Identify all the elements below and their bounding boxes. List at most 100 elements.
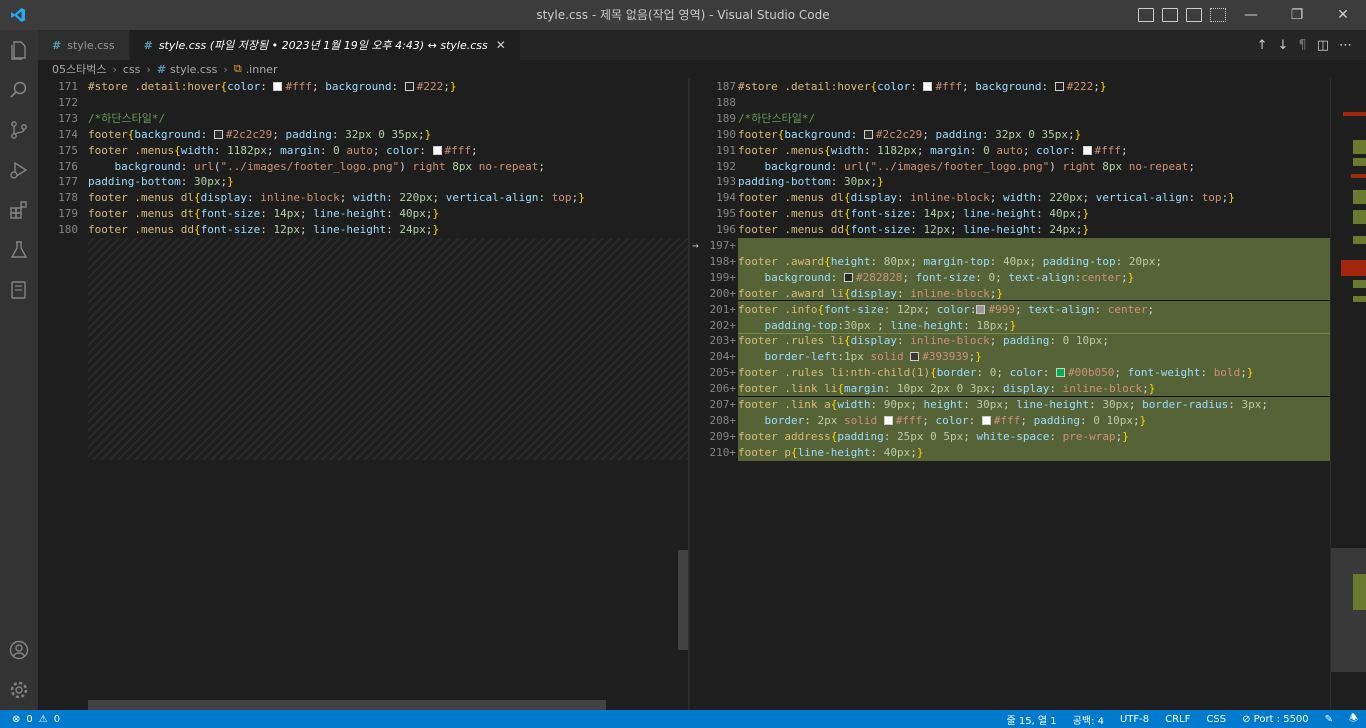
line-number: 172 — [58, 95, 78, 109]
breadcrumb-folder[interactable]: 05스타벅스 — [52, 61, 106, 77]
code-line[interactable]: 173 /*하단스타일*/ — [38, 111, 688, 127]
css-file-icon: # — [143, 38, 153, 52]
line-number: 210+ — [709, 445, 737, 459]
split-editor-icon[interactable]: ◫ — [1317, 38, 1329, 53]
notifications-bell-icon[interactable]: 🕭 — [1349, 711, 1358, 728]
code-line[interactable]: 176 background: url("../images/footer_lo… — [38, 159, 688, 175]
diff-modified-editor[interactable]: 187 #store .detail:hover{color: #fff; bac… — [690, 78, 1366, 710]
code-line[interactable]: 189/*하단스타일*/ — [690, 111, 1366, 127]
previous-change-icon[interactable]: ↑ — [1257, 38, 1268, 53]
toggle-panel-icon[interactable] — [1162, 8, 1178, 22]
breadcrumb-subfolder[interactable]: css — [123, 63, 141, 76]
warning-icon: ⚠ — [38, 713, 48, 725]
code-line[interactable]: → 197+ — [690, 238, 1366, 254]
code-line[interactable]: 196 footer .menus dd{font-size: 12px; lin… — [690, 222, 1366, 238]
close-window-button[interactable]: ✕ — [1320, 0, 1366, 30]
code-text: footer .link li{margin: 10px 2px 0 3px; … — [738, 382, 1156, 396]
code-line[interactable]: 198+ footer .award{height: 80px; margin-t… — [690, 254, 1366, 270]
end-of-line[interactable]: CRLF — [1165, 714, 1190, 725]
accounts-icon[interactable] — [0, 630, 38, 670]
code-line[interactable]: 194 footer .menus dl{display: inline-bloc… — [690, 190, 1366, 206]
code-line[interactable]: 204+ border-left:1px solid #393939;} — [690, 349, 1366, 365]
code-line[interactable]: 178 footer .menus dl{display: inline-bloc… — [38, 190, 688, 206]
code-line[interactable]: 199+ background: #282828; font-size: 0; … — [690, 270, 1366, 286]
code-line[interactable]: 201+ footer .info{font-size: 12px; color:… — [690, 302, 1366, 318]
code-text: footer .rules li:nth-child(1){border: 0;… — [738, 366, 1254, 380]
code-text: footer .menus dd{font-size: 12px; line-h… — [88, 223, 440, 237]
search-icon[interactable] — [0, 70, 38, 110]
live-server-port[interactable]: ⊘ Port : 5500 — [1242, 714, 1309, 725]
tab-label: style.css (파일 저장됨 • 2023년 1월 19일 오후 4:43… — [158, 39, 488, 52]
error-count: 0 — [26, 713, 33, 725]
code-line[interactable]: 175 footer .menus{width: 1182px; margin: … — [38, 143, 688, 159]
language-mode[interactable]: CSS — [1206, 714, 1226, 725]
code-line[interactable]: 209+ footer address{padding: 25px 0 5px; … — [690, 429, 1366, 445]
toggle-secondary-sidebar-icon[interactable] — [1186, 8, 1202, 22]
feedback-icon[interactable]: ✎ — [1325, 714, 1333, 725]
toggle-primary-sidebar-icon[interactable] — [1138, 8, 1154, 22]
line-number: 190 — [716, 127, 736, 141]
cursor-position[interactable]: 줄 15, 열 1 — [1006, 712, 1056, 727]
code-line[interactable]: 187 #store .detail:hover{color: #fff; bac… — [690, 79, 1366, 95]
code-line[interactable]: 180 footer .menus dd{font-size: 12px; lin… — [38, 222, 688, 238]
explorer-icon[interactable] — [0, 30, 38, 70]
problems-indicator[interactable]: ⊗ 0 ⚠ 0 — [0, 714, 60, 725]
code-line[interactable]: 171 #store .detail:hover{color: #fff; bac… — [38, 79, 688, 95]
code-line[interactable]: 207+ footer .link a{width: 90px; height: … — [690, 397, 1366, 413]
show-whitespace-icon[interactable]: ¶ — [1298, 38, 1306, 53]
tab-style-css[interactable]: # style.css — [38, 30, 130, 60]
line-number: 171 — [58, 80, 78, 93]
extensions-icon[interactable] — [0, 190, 38, 230]
code-line[interactable]: 192 background: url("../images/footer_lo… — [690, 159, 1366, 175]
line-number: 206+ — [709, 382, 737, 396]
breadcrumb: 05스타벅스 › css › # style.css › ⧉ .inner — [38, 60, 1366, 78]
breadcrumb-file[interactable]: style.css — [170, 63, 217, 76]
code-line[interactable]: 203+ footer .rules li{display: inline-blo… — [690, 333, 1366, 349]
customize-layout-icon[interactable] — [1210, 8, 1226, 22]
more-actions-icon[interactable]: ⋯ — [1339, 38, 1352, 53]
breadcrumb-symbol[interactable]: .inner — [246, 63, 278, 76]
code-text: footer{background: #2c2c29; padding: 32p… — [88, 127, 432, 141]
code-line[interactable]: 195 footer .menus dt{font-size: 14px; lin… — [690, 206, 1366, 222]
code-line[interactable]: 191 footer .menus{width: 1182px; margin: … — [690, 143, 1366, 159]
testing-flask-icon[interactable] — [0, 230, 38, 270]
code-text: #store .detail:hover{color: #fff; backgr… — [88, 80, 457, 93]
code-line[interactable]: 206+ footer .link li{margin: 10px 2px 0 3… — [690, 381, 1366, 397]
activity-bar — [0, 30, 38, 710]
warning-count: 0 — [53, 713, 61, 725]
minimize-button[interactable]: — — [1228, 0, 1274, 30]
code-line[interactable]: 202+ padding-top:30px ; line-height: 18p… — [690, 318, 1366, 334]
encoding[interactable]: UTF-8 — [1120, 714, 1149, 725]
tab-diff-style-css[interactable]: # style.css (파일 저장됨 • 2023년 1월 19일 오후 4:… — [129, 30, 521, 60]
code-line[interactable]: 208+ border: 2px solid #fff; color: #fff… — [690, 413, 1366, 429]
code-line[interactable]: 193 padding-bottom: 30px;} — [690, 174, 1366, 190]
code-text: padding-top:30px ; line-height: 18px;} — [764, 318, 1017, 332]
source-control-icon[interactable] — [0, 110, 38, 150]
diff-original-editor[interactable]: 171 #store .detail:hover{color: #fff; bac… — [38, 78, 688, 710]
run-debug-icon[interactable] — [0, 150, 38, 190]
code-line[interactable]: 177 padding-bottom: 30px;} — [38, 174, 688, 190]
code-line[interactable]: 205+ footer .rules li:nth-child(1){border… — [690, 365, 1366, 381]
horizontal-scrollbar[interactable] — [88, 700, 606, 710]
code-text: footer .link a{width: 90px; height: 30px… — [738, 398, 1268, 411]
code-line[interactable]: 172 — [38, 95, 688, 111]
close-tab-icon[interactable]: ✕ — [496, 38, 506, 52]
line-number: 180 — [58, 223, 78, 237]
vertical-scrollbar[interactable] — [678, 550, 688, 650]
line-number: 178 — [58, 191, 78, 205]
code-line[interactable]: 210+ footer p{line-height: 40px;} — [690, 445, 1366, 461]
code-text: background: url("../images/footer_logo.p… — [764, 159, 1196, 173]
overview-ruler[interactable] — [1330, 78, 1366, 710]
code-line[interactable]: 174 footer{background: #2c2c29; padding: … — [38, 127, 688, 143]
restore-button[interactable]: ❐ — [1274, 0, 1320, 30]
indentation[interactable]: 공백: 4 — [1073, 712, 1104, 727]
code-line[interactable]: 188 — [690, 95, 1366, 111]
diff-empty-region — [88, 238, 688, 460]
overview-viewport[interactable] — [1331, 548, 1366, 672]
code-line[interactable]: 179 footer .menus dt{font-size: 14px; lin… — [38, 206, 688, 222]
code-text: footer .menus dt{font-size: 14px; line-h… — [738, 207, 1090, 221]
manage-gear-icon[interactable] — [0, 670, 38, 710]
next-change-icon[interactable]: ↓ — [1278, 38, 1289, 53]
remote-explorer-icon[interactable] — [0, 270, 38, 310]
code-line[interactable]: 190 footer{background: #2c2c29; padding: … — [690, 127, 1366, 143]
